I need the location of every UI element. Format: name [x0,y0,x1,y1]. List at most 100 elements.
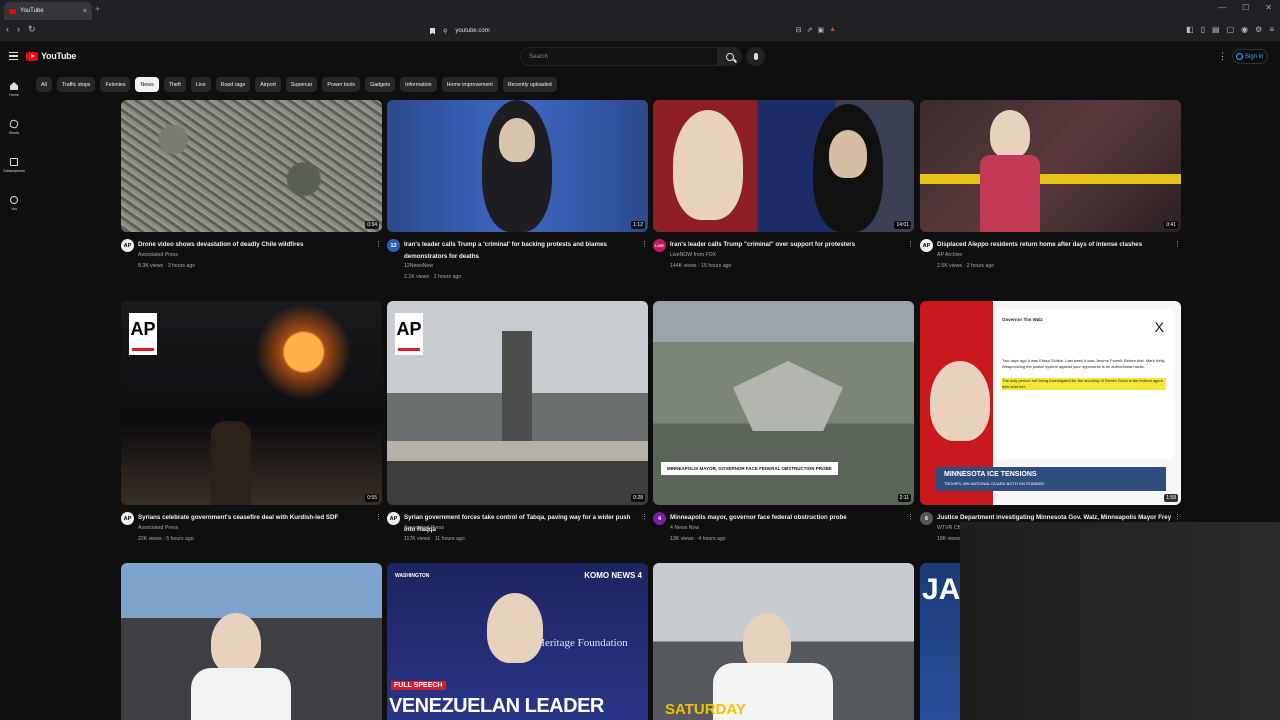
chip-felonies[interactable]: Felonies [100,77,131,92]
channel-avatar[interactable]: AP [121,512,134,525]
video-thumbnail[interactable] [121,563,382,720]
video-thumbnail[interactable]: 1:12 [387,100,648,232]
lower-third-sub: TROOPS, MN NATIONAL GUARD BOTH ON STANDB… [944,481,1045,486]
channel-avatar[interactable]: AP [121,239,134,252]
video-stats: 18K views [937,536,961,542]
video-title[interactable]: Minneapolis mayor, governor face federal… [670,512,906,524]
video-thumbnail[interactable]: AP 0:55 [121,301,382,505]
chip-information[interactable]: Information [400,77,437,92]
video-title[interactable]: Syrian government forces take control of… [404,512,640,535]
url-text[interactable]: youtube.com [455,28,489,34]
vpn-icon[interactable]: ◉ [1241,25,1248,34]
video-menu-icon[interactable]: ⋮ [1174,240,1181,248]
video-thumbnail[interactable]: AP 0:28 [387,301,648,505]
komo-logo: KOMO NEWS 4 [584,571,642,580]
chip-home-improvement[interactable]: Home improvement [441,77,498,92]
new-tab-button[interactable]: + [95,4,100,14]
video-menu-icon[interactable]: ⋮ [1174,513,1181,521]
video-menu-icon[interactable]: ⋮ [641,240,648,248]
channel-name[interactable]: 12NewsNow [404,263,433,269]
tweet-card: Governor Tim Walz X Two days ago it was … [994,309,1174,459]
channel-avatar[interactable]: AP [387,512,400,525]
video-thumbnail[interactable]: WASHINGTON KOMO NEWS 4 Heritage Foundati… [387,563,648,720]
voice-search-button[interactable] [746,47,765,66]
reload-icon[interactable]: ↻ [28,24,36,35]
chip-power-tools[interactable]: Power tools [322,77,361,92]
chip-supercar[interactable]: Supercar [285,77,318,92]
search-button[interactable] [718,47,742,66]
chip-recently-uploaded[interactable]: Recently uploaded [502,77,557,92]
video-stats: 2.5K views · 2 hours ago [937,263,995,269]
video-title[interactable]: Iran's leader calls Trump a 'criminal' f… [404,239,640,262]
video-menu-icon[interactable]: ⋮ [907,513,914,521]
chip-gadgets[interactable]: Gadgets [365,77,396,92]
video-duration: 0:28 [631,494,645,502]
video-title[interactable]: Iran's leader calls Trump "criminal" ove… [670,239,906,251]
sidebar-item-shorts[interactable]: Shorts [0,118,28,135]
chip-all[interactable]: All [36,77,52,92]
search-input[interactable]: Search [520,47,718,66]
browser-tab[interactable]: YouTube × [4,2,92,20]
minimize-button[interactable]: — [1218,3,1226,12]
channel-name[interactable]: AP Archive [937,252,962,258]
channel-name[interactable]: Associated Press [138,252,178,258]
video-thumbnail[interactable]: SATURDAY [653,563,914,720]
panel-icon[interactable]: ▯ [1201,25,1205,34]
forward-icon[interactable]: › [17,24,20,35]
page-scrollbar[interactable] [1274,96,1278,526]
channel-name[interactable]: Associated Press [404,525,444,531]
video-thumbnail[interactable]: JAK [920,563,960,720]
sign-in-button[interactable]: Sign in [1232,49,1268,64]
youtube-logo[interactable]: YouTube [26,51,76,61]
close-window-button[interactable]: ✕ [1265,3,1272,12]
sidebar-item-subscriptions[interactable]: Subscriptions [0,158,28,173]
shield-icon[interactable]: ▲ [829,26,836,34]
subscriptions-icon [10,158,18,166]
close-tab-icon[interactable]: × [83,8,87,15]
more-options-icon[interactable]: ⋮ [1218,51,1227,62]
share-icon[interactable]: ⇗ [807,26,813,34]
extension-icon[interactable]: ▣ [817,26,824,34]
video-title[interactable]: Drone video shows devastation of deadly … [138,239,374,251]
thumb-tag: FULL SPEECH [391,681,446,690]
channel-avatar[interactable]: AP [920,239,933,252]
channel-avatar[interactable]: 12 [387,239,400,252]
channel-name[interactable]: LiveNOW from FOX [670,252,716,258]
back-icon[interactable]: ‹ [6,24,9,35]
maximize-button[interactable]: ☐ [1242,3,1249,12]
channel-avatar[interactable]: 6 [920,512,933,525]
video-menu-icon[interactable]: ⋮ [375,240,382,248]
video-thumbnail[interactable]: MINNEAPOLIS MAYOR, GOVERNOR FACE FEDERAL… [653,301,914,505]
video-menu-icon[interactable]: ⋮ [375,513,382,521]
settings-icon[interactable]: ⚙ [1255,25,1262,34]
video-thumbnail[interactable]: 0:34 [121,100,382,232]
video-title[interactable]: Syrians celebrate government's ceasefire… [138,512,374,524]
wallet-icon[interactable]: ▢ [1227,25,1235,34]
channel-name[interactable]: Associated Press [138,525,178,531]
hamburger-menu-icon[interactable] [9,52,18,60]
channel-name[interactable]: 4 News Now [670,525,699,531]
bookmark-icon[interactable] [430,27,435,35]
tab-search-icon[interactable]: ▤ [1212,25,1220,34]
chip-airport[interactable]: Airport [255,77,281,92]
sidebar-toggle-icon[interactable]: ◧ [1186,25,1194,34]
sidebar-item-home[interactable]: Home [0,82,28,97]
address-bar[interactable]: ⚲ youtube.com ⊟ ⇗ ▣ ▲ [424,23,842,39]
video-menu-icon[interactable]: ⋮ [641,513,648,521]
video-thumbnail[interactable]: Governor Tim Walz X Two days ago it was … [920,301,1181,505]
chip-news[interactable]: News [135,77,159,92]
video-thumbnail[interactable]: 14:01 [653,100,914,232]
video-menu-icon[interactable]: ⋮ [907,240,914,248]
install-icon[interactable]: ⊟ [796,26,802,34]
video-title[interactable]: Displaced Aleppo residents return home a… [937,239,1173,251]
browser-menu-icon[interactable]: ≡ [1269,25,1274,34]
chip-live[interactable]: Live [190,77,211,92]
chip-road-rage[interactable]: Road rage [215,77,251,92]
channel-avatar[interactable]: LIVE [653,239,666,252]
chip-theft[interactable]: Theft [163,77,186,92]
sidebar-item-you[interactable]: You [0,196,28,211]
site-info-icon[interactable]: ⚲ [443,28,447,35]
video-thumbnail[interactable]: 0:41 [920,100,1181,232]
channel-avatar[interactable]: 4 [653,512,666,525]
chip-traffic-stops[interactable]: Traffic stops [56,77,96,92]
